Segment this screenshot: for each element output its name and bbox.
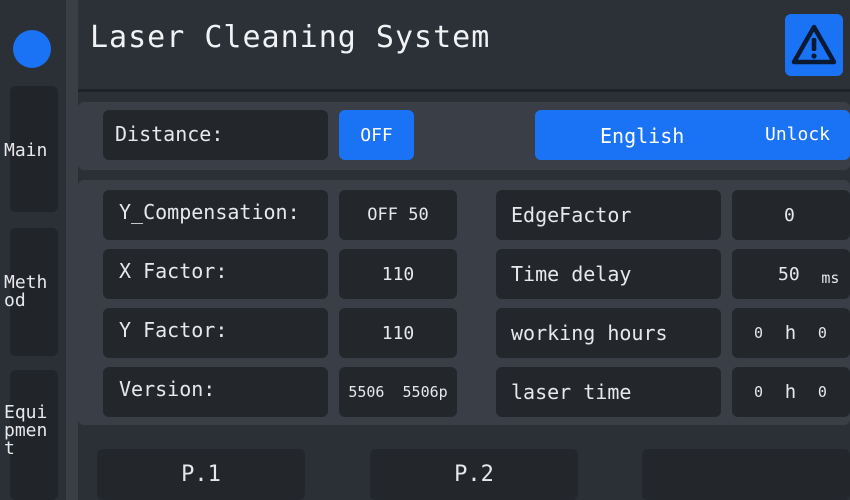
status-dot-icon: [13, 30, 51, 68]
version-build: 5506p: [402, 383, 448, 401]
laser-time-minutes: 0: [817, 383, 827, 401]
sidebar-item-equipment[interactable]: Equi pmen t: [4, 370, 58, 500]
page-title: Laser Cleaning System: [90, 20, 491, 55]
laser-time-value: 0 h 0: [732, 367, 850, 417]
time-delay-value[interactable]: 50 ms: [732, 249, 850, 299]
x-factor-value[interactable]: 110: [339, 249, 457, 299]
y-compensation-value[interactable]: OFF 50: [339, 190, 457, 240]
working-hours-hours: 0: [754, 324, 764, 342]
version-code: 5506: [348, 383, 385, 401]
edge-factor-label: EdgeFactor: [496, 190, 721, 240]
sidebar-item-label: Main: [4, 140, 48, 161]
edge-factor-value[interactable]: 0: [732, 190, 850, 240]
unlock-button[interactable]: Unlock: [765, 124, 830, 145]
working-hours-value: 0 h 0: [732, 308, 850, 358]
alarm-button[interactable]: [785, 14, 843, 76]
working-hours-label: working hours: [496, 308, 721, 358]
version-value: 5506 5506p: [339, 367, 457, 417]
time-delay-unit: ms: [821, 269, 840, 287]
tab-page-1[interactable]: P.1: [97, 449, 305, 500]
distance-toggle-button[interactable]: OFF: [339, 110, 414, 160]
x-factor-label: X Factor:: [103, 249, 328, 299]
laser-time-hours: 0: [754, 383, 764, 401]
warning-triangle-icon: [791, 24, 837, 65]
sidebar-item-main[interactable]: Main: [4, 86, 58, 212]
working-hours-unit: h: [784, 322, 797, 344]
y-factor-value[interactable]: 110: [339, 308, 457, 358]
laser-time-label: laser time: [496, 367, 721, 417]
version-label: Version:: [103, 367, 328, 417]
sidebar-item-label: Meth od: [4, 272, 48, 311]
y-compensation-label: Y_Compensation:: [103, 190, 328, 240]
language-button[interactable]: English: [600, 124, 684, 148]
y-factor-label: Y Factor:: [103, 308, 328, 358]
tab-page-3[interactable]: [642, 449, 850, 500]
working-hours-minutes: 0: [817, 324, 827, 342]
distance-label: Distance:: [103, 110, 328, 160]
tab-page-2[interactable]: P.2: [370, 449, 578, 500]
laser-time-unit: h: [784, 381, 797, 403]
time-delay-label: Time delay: [496, 249, 721, 299]
sidebar-divider: [66, 0, 78, 500]
time-delay-number: 50: [778, 263, 800, 285]
y-compensation-amount: 50: [408, 205, 429, 225]
sidebar-item-label: Equi pmen t: [4, 402, 48, 459]
y-compensation-state: OFF: [367, 205, 398, 225]
sidebar-item-method[interactable]: Meth od: [4, 228, 58, 356]
